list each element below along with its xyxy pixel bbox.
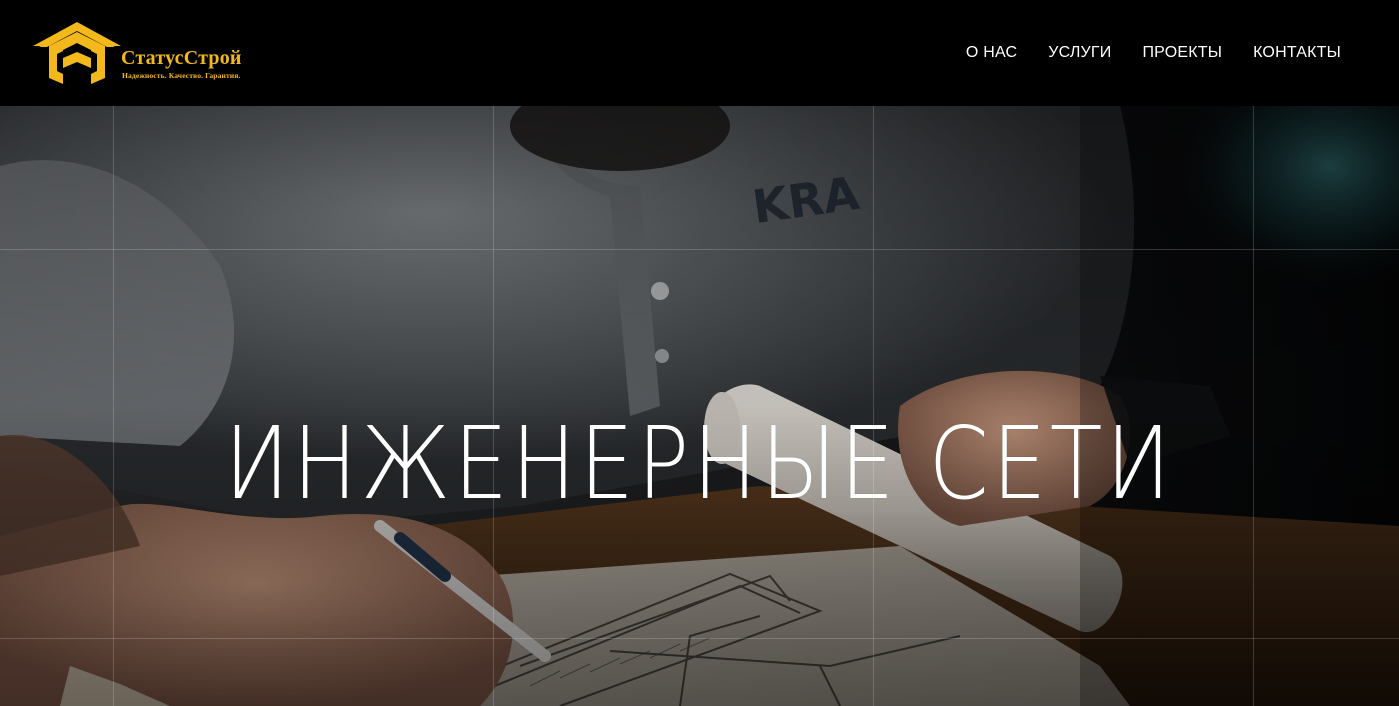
main-nav: О НАС УСЛУГИ ПРОЕКТЫ КОНТАКТЫ — [935, 0, 1341, 106]
hero-title-text: ИНЖЕНЕРНЫЕ СЕТИ — [224, 405, 1175, 522]
hero-section: KRA — [0, 106, 1399, 706]
brand-name: СтатусСтрой — [121, 47, 242, 69]
nav-item-about[interactable]: О НАС — [966, 44, 1017, 62]
grid-line — [1253, 106, 1254, 706]
brand-tagline: Надежность. Качество. Гарантия. — [122, 71, 241, 80]
grid-line — [0, 249, 1399, 250]
grid-line — [0, 638, 1399, 639]
logo-link[interactable]: СтатусСтрой Надежность. Качество. Гарант… — [33, 20, 273, 86]
nav-item-projects[interactable]: ПРОЕКТЫ — [1142, 44, 1222, 62]
house-logo-icon — [33, 22, 121, 84]
hero-title: ИНЖЕНЕРНЫЕ СЕТИ — [0, 414, 1399, 514]
grid-line — [113, 106, 114, 706]
nav-item-contacts[interactable]: КОНТАКТЫ — [1253, 44, 1341, 62]
site-header: СтатусСтрой Надежность. Качество. Гарант… — [0, 0, 1399, 106]
nav-item-services[interactable]: УСЛУГИ — [1048, 44, 1111, 62]
